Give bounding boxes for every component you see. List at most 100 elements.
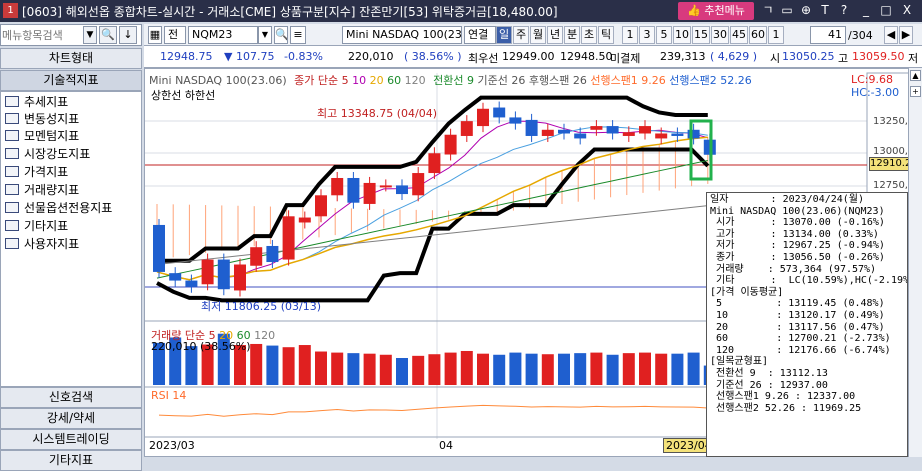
down-arrow-icon[interactable]: ↓ — [119, 26, 137, 44]
tree-item-volatility[interactable]: 변동성지표 — [5, 110, 79, 128]
grid-icon[interactable]: ▦ — [148, 26, 162, 44]
candle — [169, 273, 182, 281]
candle — [234, 264, 246, 291]
chevron-down-icon[interactable]: ▼ — [83, 26, 97, 44]
maximize-button[interactable]: □ — [878, 2, 894, 19]
volume-bar — [298, 345, 311, 385]
tree-item-volume[interactable]: 거래량지표 — [5, 181, 79, 199]
volume-bar — [379, 354, 392, 385]
menu-chart-type[interactable]: 차트형태 — [0, 48, 142, 69]
tree-item-momentum[interactable]: 모멘텀지표 — [5, 127, 79, 145]
favorites-icon[interactable]: ≡ — [290, 26, 306, 44]
volume-bar — [687, 352, 700, 385]
recommend-menu-button[interactable]: 👍 추천메뉴 — [678, 2, 754, 20]
close-button[interactable]: X — [899, 2, 915, 19]
info-line: 종가 : 13056.50 (-0.26%) — [710, 251, 885, 263]
folder-icon — [5, 113, 19, 124]
font-icon[interactable]: T — [817, 2, 833, 19]
candle — [428, 153, 441, 174]
menu-bull-bear[interactable]: 강세/약세 — [0, 408, 142, 429]
volume-bar — [412, 355, 425, 385]
quote-bid: 12949.00 — [502, 50, 555, 63]
interval-15[interactable]: 15 — [692, 26, 710, 44]
info-line: 일자 : 2023/04/24(월) — [710, 194, 865, 205]
tree-item-user[interactable]: 사용자지표 — [5, 235, 79, 253]
chevron-down-icon[interactable]: ▼ — [258, 26, 272, 44]
period-minute[interactable]: 분 — [564, 26, 580, 44]
menu-other[interactable]: 기타지표 — [0, 450, 142, 471]
quote-open-label: 시 — [770, 52, 781, 65]
minimize-button[interactable]: _ — [858, 2, 874, 19]
interval-5[interactable]: 5 — [656, 26, 672, 44]
date-label-april: 04 — [439, 439, 453, 452]
candle — [266, 245, 279, 263]
menu-technical-indicators[interactable]: 기술적지표 — [0, 70, 142, 91]
count-input[interactable]: 41 — [810, 26, 846, 44]
period-year[interactable]: 년 — [547, 26, 563, 44]
info-line: 20 : 13117.56 (0.47%) — [710, 321, 885, 333]
interval-60[interactable]: 60 — [749, 26, 767, 44]
window-title: [0603] 해외선옵 종합차트-실시간 - 거래소[CME] 상품구분[지수]… — [22, 5, 558, 19]
volume-bar — [541, 354, 554, 385]
screen-icon[interactable]: ▭ — [779, 2, 795, 19]
candle — [315, 195, 327, 217]
quote-price: 12948.75 — [160, 50, 213, 63]
help-icon[interactable]: ? — [836, 2, 852, 19]
interval-1[interactable]: 1 — [622, 26, 638, 44]
candle — [590, 126, 603, 130]
zoom-in-icon[interactable]: + — [910, 86, 921, 97]
scroll-up-icon[interactable]: ▲ — [910, 70, 921, 81]
info-line: [일목균형표] — [710, 356, 769, 368]
tree-item-strength[interactable]: 시장강도지표 — [5, 145, 90, 163]
info-line: 시가 : 13070.00 (-0.16%) — [710, 217, 885, 229]
tree-item-price[interactable]: 가격지표 — [5, 163, 68, 181]
info-line: 선행스팬2 52.26 : 11969.25 — [710, 402, 862, 414]
candle — [493, 107, 506, 118]
volume-bar — [315, 351, 327, 385]
period-week[interactable]: 주 — [513, 26, 529, 44]
menu-search-input[interactable] — [2, 26, 82, 44]
interval-45[interactable]: 45 — [730, 26, 748, 44]
search-icon[interactable]: 🔍 — [99, 26, 117, 44]
volume-bar — [460, 350, 473, 385]
info-line: 거래량 : 573,364 (97.57%) — [710, 263, 877, 275]
period-day[interactable]: 일 — [496, 26, 512, 44]
scroll-right-icon[interactable]: ▶ — [899, 26, 913, 44]
quote-volume: 220,010 — [348, 50, 394, 63]
quote-volume-rate: ( 38.56% ) — [404, 50, 462, 63]
period-second[interactable]: 초 — [581, 26, 597, 44]
interval-30[interactable]: 30 — [711, 26, 729, 44]
tree-item-other[interactable]: 기타지표 — [5, 217, 68, 235]
period-tick[interactable]: 틱 — [598, 26, 614, 44]
link-icon[interactable]: ㄱ — [760, 2, 776, 19]
mode-select[interactable]: 전 — [164, 26, 186, 44]
candle — [477, 108, 489, 127]
interval-custom[interactable]: 1 — [768, 26, 784, 44]
menu-system-trading[interactable]: 시스템트레이딩 — [0, 429, 142, 450]
quote-oi-change: ( 4,629 ) — [710, 50, 758, 63]
link-button[interactable]: 연결 — [464, 26, 496, 44]
menu-signal-search[interactable]: 신호검색 — [0, 387, 142, 408]
rsi-line — [158, 404, 710, 417]
info-line: 고가 : 13134.00 (0.33%) — [710, 228, 879, 240]
tree-item-futures-options[interactable]: 선물옵션전용지표 — [5, 199, 112, 217]
candle — [201, 259, 214, 285]
quote-change: ▼ 107.75 — [224, 50, 275, 63]
info-line: 60 : 12700.21 (-2.73%) — [710, 333, 891, 345]
volume-bar — [525, 353, 538, 385]
volume-bar — [493, 354, 506, 385]
interval-3[interactable]: 3 — [639, 26, 655, 44]
volume-bar — [331, 352, 344, 385]
chart-scrollbar[interactable]: ▲ + — [908, 68, 922, 457]
scroll-left-icon[interactable]: ◀ — [884, 26, 898, 44]
interval-10[interactable]: 10 — [673, 26, 691, 44]
quote-oi-label: 미결제 — [610, 52, 641, 65]
folder-icon — [5, 130, 19, 141]
tree-item-trend[interactable]: 추세지표 — [5, 93, 68, 111]
period-month[interactable]: 월 — [530, 26, 546, 44]
zoom-icon[interactable]: ⊕ — [798, 2, 814, 19]
symbol-input[interactable]: NQM23 — [188, 26, 258, 44]
search-icon[interactable]: 🔍 — [274, 26, 288, 44]
folder-icon — [5, 96, 19, 107]
info-line: 선행스팬1 9.26 : 12337.00 — [710, 391, 856, 403]
